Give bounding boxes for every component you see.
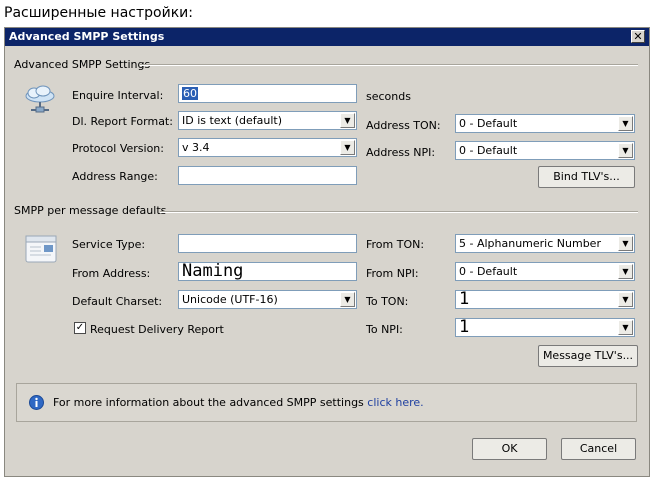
info-box: For more information about the advanced …: [16, 383, 637, 422]
dropdown-arrow-icon[interactable]: ▼: [340, 140, 355, 155]
dropdown-arrow-icon[interactable]: ▼: [340, 292, 355, 307]
protocol-version-select[interactable]: v 3.4 ▼: [178, 138, 357, 157]
defaults-group-label: SMPP per message defaults: [14, 204, 167, 217]
enquire-interval-label: Enquire Interval:: [72, 89, 164, 102]
default-charset-value: Unicode (UTF-16): [182, 293, 278, 306]
message-tlvs-button[interactable]: Message TLV's...: [538, 345, 638, 367]
dropdown-arrow-icon[interactable]: ▼: [340, 113, 355, 128]
to-ton-label: To TON:: [366, 295, 409, 308]
info-message: For more information about the advanced …: [53, 396, 364, 409]
address-npi-value: 0 - Default: [459, 144, 518, 157]
advanced-smpp-dialog: Advanced SMPP Settings ✕ Advanced SMPP S…: [4, 27, 650, 477]
address-npi-label: Address NPI:: [366, 146, 436, 159]
from-ton-label: From TON:: [366, 238, 425, 251]
dl-report-format-value: ID is text (default): [182, 114, 282, 127]
cloud-network-icon: [25, 85, 55, 113]
from-ton-select[interactable]: 5 - Alphanumeric Number ▼: [455, 234, 635, 253]
close-button[interactable]: ✕: [631, 30, 645, 43]
address-ton-value: 0 - Default: [459, 117, 518, 130]
to-npi-select[interactable]: 1 ▼: [455, 317, 635, 337]
dl-report-format-label: Dl. Report Format:: [72, 115, 173, 128]
dropdown-arrow-icon[interactable]: ▼: [618, 320, 633, 335]
bind-tlvs-button[interactable]: Bind TLV's...: [538, 166, 635, 188]
info-icon: [29, 395, 44, 410]
protocol-version-value: v 3.4: [182, 141, 210, 154]
address-ton-select[interactable]: 0 - Default ▼: [455, 114, 635, 133]
dropdown-arrow-icon[interactable]: ▼: [618, 236, 633, 251]
service-type-label: Service Type:: [72, 238, 146, 251]
to-ton-value: 1: [459, 289, 470, 309]
address-npi-select[interactable]: 0 - Default ▼: [455, 141, 635, 160]
cancel-button[interactable]: Cancel: [561, 438, 636, 460]
to-npi-label: To NPI:: [366, 323, 403, 336]
protocol-version-label: Protocol Version:: [72, 142, 164, 155]
to-npi-value: 1: [459, 317, 470, 337]
address-range-label: Address Range:: [72, 170, 158, 183]
info-text: For more information about the advanced …: [53, 396, 424, 409]
click-here-link[interactable]: click here.: [367, 396, 423, 409]
message-card-icon: [25, 235, 57, 263]
address-ton-label: Address TON:: [366, 119, 441, 132]
title-bar[interactable]: Advanced SMPP Settings ✕: [5, 28, 649, 46]
from-npi-value: 0 - Default: [459, 265, 518, 278]
default-charset-label: Default Charset:: [72, 295, 163, 308]
dropdown-arrow-icon[interactable]: ▼: [618, 143, 633, 158]
advanced-group-label: Advanced SMPP Settings: [14, 58, 151, 71]
from-npi-label: From NPI:: [366, 267, 419, 280]
from-address-input[interactable]: Naming: [178, 262, 357, 281]
page-caption: Расширенные настройки:: [4, 5, 193, 21]
enquire-interval-input[interactable]: 60: [178, 84, 357, 103]
request-delivery-report-checkbox[interactable]: ✓: [74, 322, 86, 334]
address-range-input[interactable]: [178, 166, 357, 185]
checkmark-icon: ✓: [75, 322, 85, 333]
from-address-label: From Address:: [72, 267, 151, 280]
group-divider: [140, 64, 638, 66]
close-icon: ✕: [633, 30, 643, 43]
group-divider: [160, 211, 638, 213]
service-type-input[interactable]: [178, 234, 357, 253]
window-title: Advanced SMPP Settings: [9, 30, 165, 43]
dropdown-arrow-icon[interactable]: ▼: [618, 292, 633, 307]
request-delivery-report-label[interactable]: Request Delivery Report: [90, 323, 224, 336]
default-charset-select[interactable]: Unicode (UTF-16) ▼: [178, 290, 357, 309]
dropdown-arrow-icon[interactable]: ▼: [618, 116, 633, 131]
dl-report-format-select[interactable]: ID is text (default) ▼: [178, 111, 357, 130]
enquire-interval-value: 60: [182, 87, 198, 100]
from-ton-value: 5 - Alphanumeric Number: [459, 237, 601, 250]
from-npi-select[interactable]: 0 - Default ▼: [455, 262, 635, 281]
seconds-unit-label: seconds: [366, 90, 411, 103]
to-ton-select[interactable]: 1 ▼: [455, 289, 635, 309]
ok-button[interactable]: OK: [472, 438, 547, 460]
dropdown-arrow-icon[interactable]: ▼: [618, 264, 633, 279]
